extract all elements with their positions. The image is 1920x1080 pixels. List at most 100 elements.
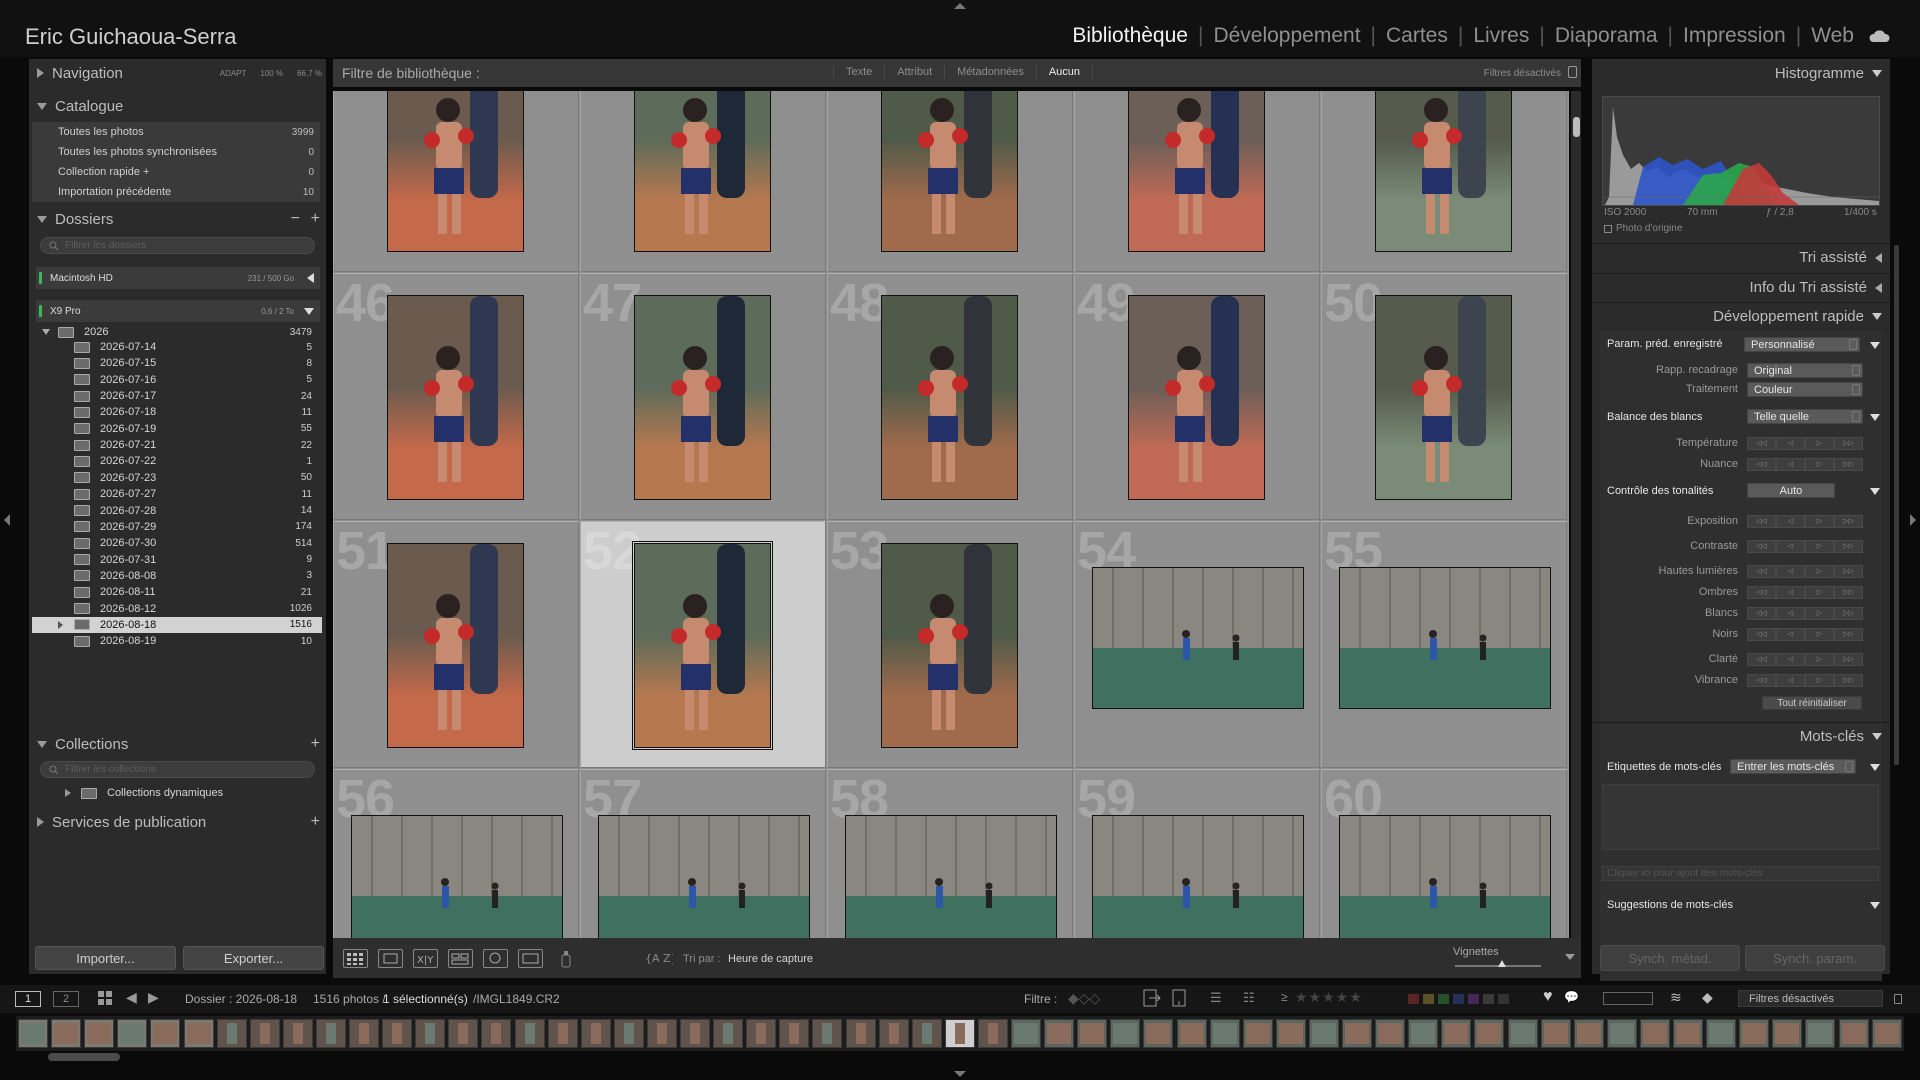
filmstrip-thumbnail[interactable] bbox=[150, 1019, 181, 1048]
navigation-header[interactable]: Navigation ADAPT 100 % 66,7 % bbox=[29, 59, 326, 87]
grid-cell[interactable]: 60 bbox=[1321, 769, 1567, 938]
folders-search-input[interactable]: Filtrer les dossiers bbox=[40, 237, 315, 254]
right-panel-scrollbar[interactable] bbox=[1894, 245, 1899, 765]
grid-cell[interactable] bbox=[1074, 91, 1320, 272]
folder-item[interactable]: 2026-07-30 514 bbox=[32, 535, 322, 551]
filmstrip-thumbnail[interactable] bbox=[944, 1019, 975, 1048]
nav-zoom-custom[interactable]: 66,7 % bbox=[297, 69, 322, 78]
grid-cell[interactable]: 48 bbox=[827, 273, 1073, 520]
sync-settings-button[interactable]: Synch. param. bbox=[1745, 945, 1885, 971]
expand-triangle-icon[interactable] bbox=[1870, 414, 1880, 421]
original-photo-toggle[interactable]: Photo d'origine bbox=[1604, 223, 1682, 234]
filmstrip-thumbnail[interactable] bbox=[878, 1019, 909, 1048]
tone-stepper[interactable]: ◁◁ ◁ ▷ ▷▷ bbox=[1747, 607, 1863, 620]
photo-thumbnail[interactable] bbox=[387, 91, 524, 252]
filmstrip-thumbnail[interactable] bbox=[646, 1019, 677, 1048]
grid-cell[interactable]: 51 bbox=[333, 521, 579, 768]
collection-set[interactable]: Collections dynamiques bbox=[32, 783, 322, 803]
grid-cell[interactable]: 56 bbox=[333, 769, 579, 938]
tone-stepper[interactable]: ◁◁ ◁ ▷ ▷▷ bbox=[1747, 674, 1863, 687]
filmstrip-thumbnail[interactable] bbox=[183, 1019, 214, 1048]
compare-view-icon[interactable]: X|Y bbox=[413, 949, 438, 968]
filmstrip-thumbnail[interactable] bbox=[1044, 1019, 1075, 1048]
folder-item[interactable]: 2026-08-18 1516 bbox=[32, 616, 322, 633]
photo-thumbnail[interactable] bbox=[634, 295, 771, 500]
white-balance-select[interactable]: Telle quelle bbox=[1747, 409, 1863, 424]
filmstrip-thumbnail[interactable] bbox=[1673, 1019, 1703, 1048]
secondary-window-button[interactable]: 2 bbox=[53, 991, 79, 1007]
folder-item[interactable]: 2026-07-22 1 bbox=[32, 453, 322, 469]
photo-thumbnail[interactable] bbox=[387, 543, 524, 748]
survey-view-icon[interactable] bbox=[448, 949, 473, 968]
filmstrip-thumbnail[interactable] bbox=[1308, 1019, 1339, 1048]
filmstrip-thumbnail[interactable] bbox=[415, 1019, 446, 1048]
edited-filter-icon[interactable]: ☰ bbox=[1210, 990, 1222, 1006]
filmstrip-thumbnail[interactable] bbox=[1805, 1019, 1836, 1048]
filmstrip-thumbnail[interactable] bbox=[1408, 1019, 1439, 1048]
grid-cell[interactable] bbox=[827, 91, 1073, 272]
tone-stepper[interactable]: ◁◁ ◁ ▷ ▷▷ bbox=[1747, 628, 1863, 641]
assisted-sort-header[interactable]: Tri assisté bbox=[1592, 243, 1890, 271]
volume-collapse-icon[interactable] bbox=[307, 273, 314, 283]
filmstrip-thumbnail[interactable] bbox=[382, 1019, 413, 1048]
cloud-icon[interactable] bbox=[1868, 29, 1890, 43]
assisted-sort-info-header[interactable]: Info du Tri assisté bbox=[1592, 273, 1890, 301]
filmstrip-thumbnail[interactable] bbox=[1474, 1019, 1505, 1048]
grid-cell[interactable]: 54 bbox=[1074, 521, 1320, 768]
grid-icon[interactable] bbox=[98, 991, 112, 1005]
unedited-filter-icon[interactable]: ☷ bbox=[1243, 990, 1255, 1006]
expand-triangle-icon[interactable] bbox=[37, 102, 47, 110]
catalogue-item[interactable]: Importation précédente 10 bbox=[32, 182, 320, 202]
folder-item[interactable]: 2026-07-15 8 bbox=[32, 355, 322, 371]
filmstrip-thumbnail[interactable] bbox=[911, 1019, 942, 1048]
filmstrip-thumbnail[interactable] bbox=[680, 1019, 710, 1048]
filmstrip-thumbnail[interactable] bbox=[1011, 1019, 1041, 1048]
filmstrip-thumbnail[interactable] bbox=[746, 1019, 777, 1048]
collapse-triangle-icon[interactable] bbox=[1875, 282, 1882, 293]
module-book[interactable]: Livres bbox=[1473, 24, 1529, 48]
export-button[interactable]: Exporter... bbox=[183, 946, 324, 970]
filmstrip-thumbnail[interactable] bbox=[1573, 1019, 1604, 1048]
filmstrip-thumbnail[interactable] bbox=[1639, 1019, 1670, 1048]
lock-icon[interactable] bbox=[1894, 994, 1902, 1004]
filmstrip-thumbnail[interactable] bbox=[1209, 1019, 1240, 1048]
sort-select[interactable]: Heure de capture bbox=[728, 953, 813, 965]
lock-icon[interactable] bbox=[1568, 66, 1577, 78]
module-map[interactable]: Cartes bbox=[1386, 24, 1448, 48]
keyword-tags-select[interactable]: Entrer les mots-clés bbox=[1730, 759, 1856, 774]
add-folder-icon[interactable]: + bbox=[311, 210, 320, 228]
star-rating-filter[interactable]: ★★★★★ bbox=[1295, 989, 1363, 1006]
photo-thumbnail[interactable] bbox=[881, 295, 1018, 500]
photo-thumbnail[interactable] bbox=[1092, 815, 1304, 938]
grid-cell[interactable]: 47 bbox=[580, 273, 826, 520]
filmstrip-thumbnail[interactable] bbox=[1772, 1019, 1803, 1048]
tint-stepper[interactable]: ◁◁ ◁ ▷ ▷▷ bbox=[1747, 458, 1863, 471]
folder-item[interactable]: 2026-08-08 3 bbox=[32, 568, 322, 584]
grid-cell[interactable] bbox=[333, 91, 579, 272]
publish-services-header[interactable]: Services de publication + bbox=[29, 808, 326, 836]
folder-item[interactable]: 2026-07-29 174 bbox=[32, 519, 322, 535]
module-develop[interactable]: Développement bbox=[1213, 24, 1360, 48]
filmstrip-thumbnail[interactable] bbox=[1739, 1019, 1770, 1048]
filter-kind-toggle[interactable] bbox=[1603, 992, 1653, 1005]
folder-item[interactable]: 2026-07-19 55 bbox=[32, 421, 322, 437]
volume-x9-pro[interactable]: X9 Pro 0,6 / 2 To bbox=[36, 300, 320, 322]
grid-cell[interactable]: 59 bbox=[1074, 769, 1320, 938]
grid-cell[interactable] bbox=[1321, 91, 1567, 272]
expand-triangle-icon[interactable] bbox=[1870, 342, 1880, 349]
filmstrip-thumbnail[interactable] bbox=[18, 1019, 48, 1048]
photo-thumbnail[interactable] bbox=[1375, 295, 1512, 500]
grid-cell[interactable]: 50 bbox=[1321, 273, 1567, 520]
toolbar-options-icon[interactable] bbox=[1565, 954, 1575, 960]
photo-thumbnail[interactable] bbox=[1339, 567, 1551, 709]
folder-item[interactable]: 2026-07-23 50 bbox=[32, 470, 322, 486]
grid-cell[interactable]: 53 bbox=[827, 521, 1073, 768]
photo-thumbnail[interactable] bbox=[1128, 91, 1265, 252]
filter-metadata-tab[interactable]: Métadonnées bbox=[944, 66, 1036, 78]
add-collection-icon[interactable]: + bbox=[311, 735, 320, 753]
folder-item[interactable]: 2026-07-16 5 bbox=[32, 372, 322, 388]
module-library[interactable]: Bibliothèque bbox=[1072, 24, 1188, 48]
photo-thumbnail[interactable] bbox=[1092, 567, 1304, 709]
filter-preset-select[interactable]: Filtres désactivés bbox=[1484, 68, 1561, 79]
folder-item[interactable]: 2026-07-17 24 bbox=[32, 388, 322, 404]
